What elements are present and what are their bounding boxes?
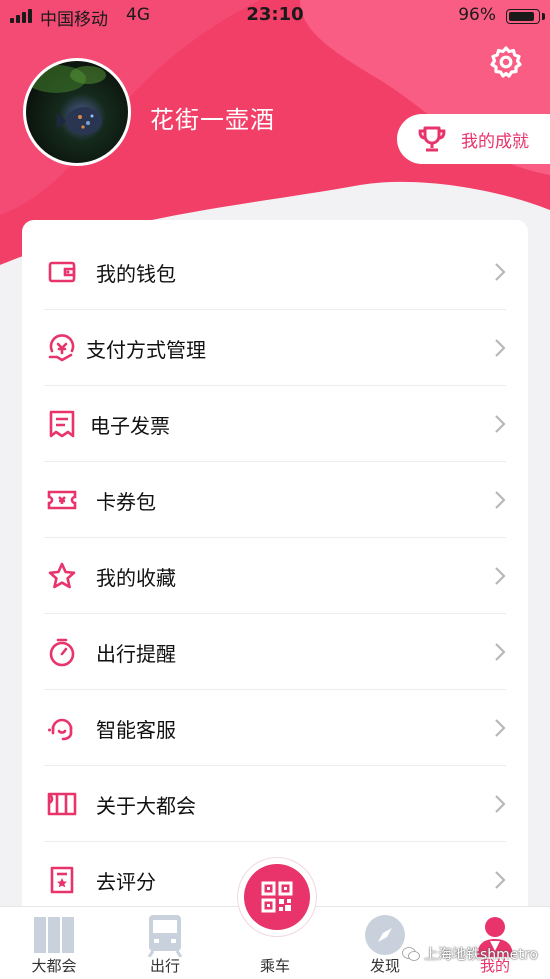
menu-item-wallet[interactable]: 我的钱包 xyxy=(22,234,528,310)
settings-button[interactable] xyxy=(486,42,526,82)
battery-tip xyxy=(542,13,545,20)
menu-item-favorites[interactable]: 我的收藏 xyxy=(22,538,528,614)
menu-item-coupons[interactable]: 卡券包 xyxy=(22,462,528,538)
menu-item-label: 出行提醒 xyxy=(96,641,176,666)
tab-me[interactable]: 我的 xyxy=(450,907,540,979)
chevron-right-icon xyxy=(495,491,506,509)
trophy-icon xyxy=(417,125,447,153)
chevron-right-icon xyxy=(495,643,506,661)
watermark-text: 上海地铁shmetro xyxy=(424,947,538,963)
stopwatch-icon xyxy=(46,636,78,668)
menu-item-label: 我的钱包 xyxy=(96,261,176,286)
tab-label: 大都会 xyxy=(31,957,77,975)
menu-card: 我的钱包 支付方式管理 电子发票 卡券包 我的收藏 出行提醒 智能客服 关于大都… xyxy=(22,220,528,940)
payment-icon xyxy=(46,332,78,364)
username: 花街一壶酒 xyxy=(150,106,275,134)
battery-fill xyxy=(509,12,534,21)
menu-item-travel-reminder[interactable]: 出行提醒 xyxy=(22,614,528,690)
menu-item-label: 去评分 xyxy=(96,869,156,894)
invoice-icon xyxy=(46,408,78,440)
tab-discover[interactable]: 发现 xyxy=(340,907,430,979)
tab-travel[interactable]: 出行 xyxy=(120,907,210,979)
metro-logo-icon xyxy=(46,788,78,820)
menu-item-label: 支付方式管理 xyxy=(86,337,206,362)
menu-item-label: 智能客服 xyxy=(96,717,176,742)
chevron-right-icon xyxy=(495,263,506,281)
achievements-button[interactable]: 我的成就 xyxy=(397,114,550,164)
chat-bubble-icon xyxy=(402,947,420,961)
ride-qr-button[interactable] xyxy=(244,864,310,930)
chevron-right-icon xyxy=(495,719,506,737)
gear-icon xyxy=(490,46,522,78)
menu-item-payment-methods[interactable]: 支付方式管理 xyxy=(22,310,528,386)
menu-item-label: 我的收藏 xyxy=(96,565,176,590)
status-bar: 中国移动 4G 23:10 96% xyxy=(0,0,550,32)
menu-item-customer-service[interactable]: 智能客服 xyxy=(22,690,528,766)
coupon-icon xyxy=(46,484,78,516)
chevron-right-icon xyxy=(495,567,506,585)
menu-item-label: 电子发票 xyxy=(90,413,170,438)
tab-metro[interactable]: 大都会 xyxy=(9,907,99,979)
avatar-image xyxy=(26,65,106,135)
tab-label: 出行 xyxy=(149,957,180,975)
chevron-right-icon xyxy=(495,415,506,433)
menu-item-label: 卡券包 xyxy=(96,489,156,514)
tab-label: 乘车 xyxy=(259,957,290,975)
headset-icon xyxy=(46,712,78,744)
rating-icon xyxy=(46,864,78,896)
wallet-icon xyxy=(46,256,78,288)
battery-icon xyxy=(506,9,540,24)
chevron-right-icon xyxy=(495,339,506,357)
menu-item-about[interactable]: 关于大都会 xyxy=(22,766,528,842)
metro-logo-icon xyxy=(34,917,74,953)
qr-code-icon xyxy=(261,881,293,913)
chevron-right-icon xyxy=(495,795,506,813)
battery-percent: 96% xyxy=(458,5,496,25)
menu-item-label: 关于大都会 xyxy=(96,793,196,818)
star-icon xyxy=(46,560,78,592)
train-icon xyxy=(147,915,183,957)
avatar[interactable] xyxy=(23,58,131,166)
watermark: 上海地铁shmetro xyxy=(402,944,538,964)
compass-icon xyxy=(365,915,405,955)
achievements-label: 我的成就 xyxy=(461,131,529,152)
menu-item-e-invoice[interactable]: 电子发票 xyxy=(22,386,528,462)
chevron-right-icon xyxy=(495,871,506,889)
